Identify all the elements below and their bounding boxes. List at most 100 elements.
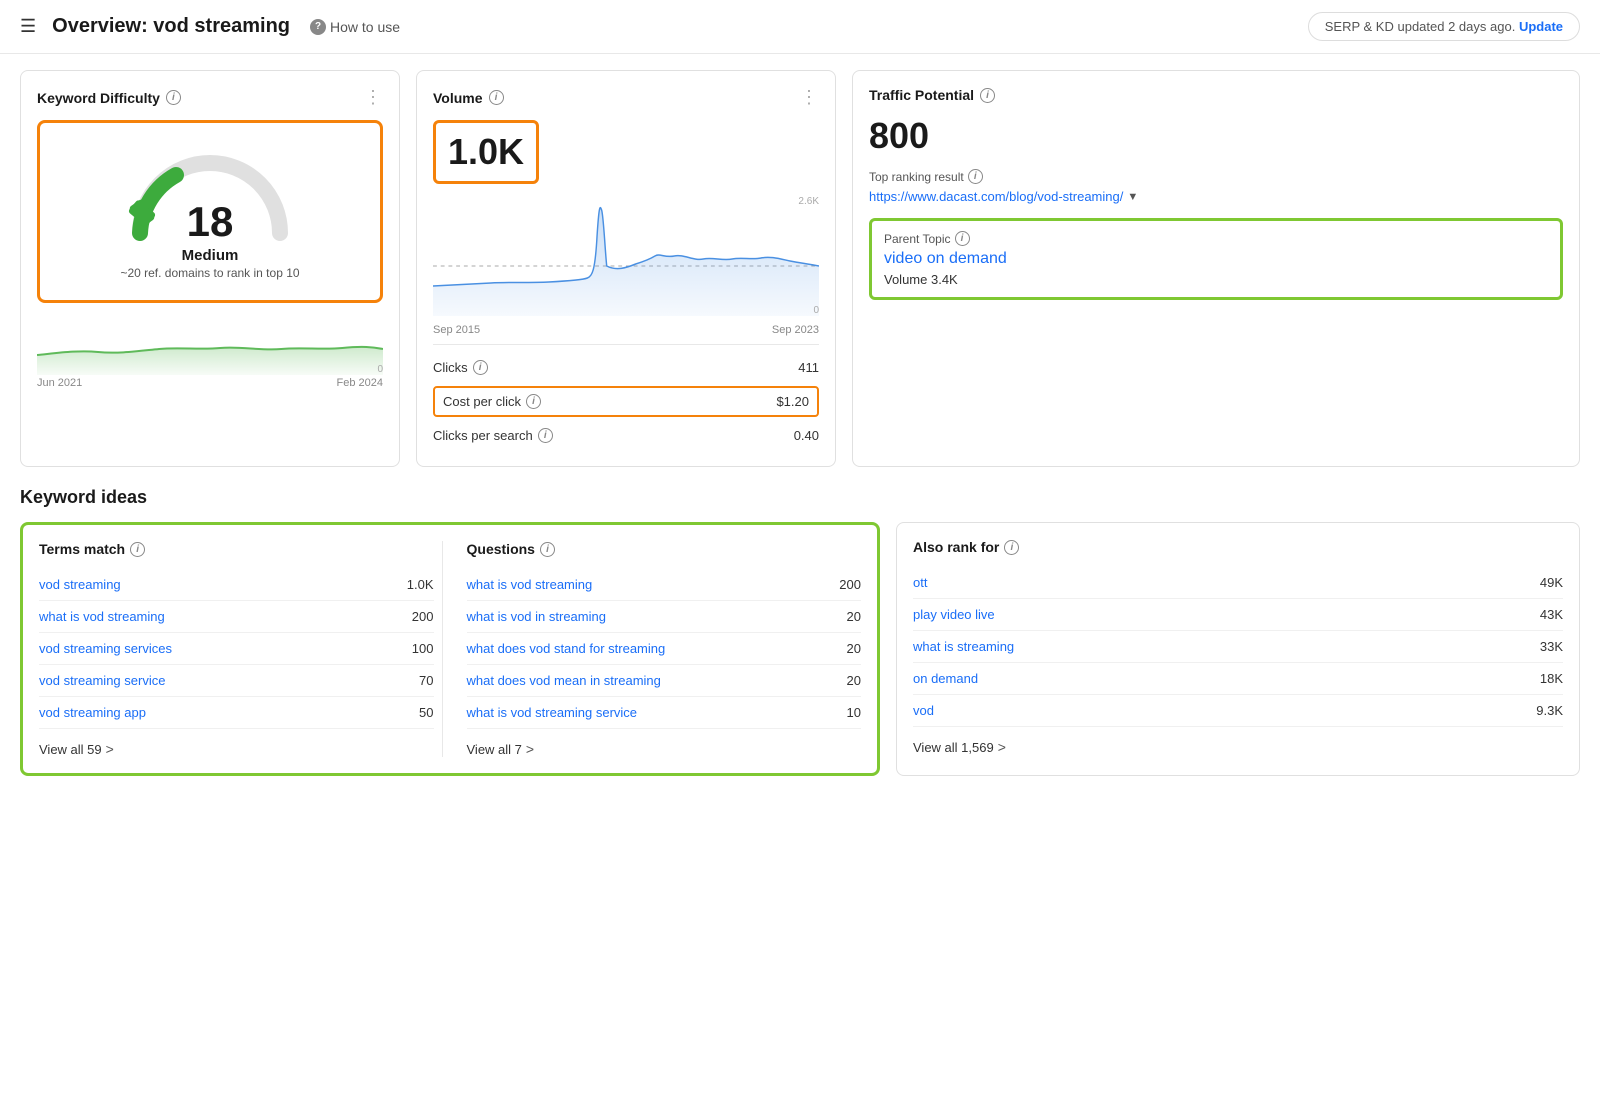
kw-link[interactable]: on demand — [913, 671, 978, 686]
volume-menu-dots[interactable]: ⋮ — [800, 87, 819, 108]
list-item: vod streaming 1.0K — [39, 569, 434, 601]
kd-sublabel: ~20 ref. domains to rank in top 10 — [120, 266, 299, 280]
kw-count: 200 — [394, 609, 434, 624]
kw-count: 10 — [821, 705, 861, 720]
list-item: play video live 43K — [913, 599, 1563, 631]
parent-topic-highlight: Parent Topic i video on demand Volume 3.… — [869, 218, 1563, 300]
kw-link[interactable]: what does vod stand for streaming — [467, 641, 666, 656]
how-to-use-label: How to use — [330, 19, 400, 35]
update-link[interactable]: Update — [1519, 19, 1563, 34]
kw-link[interactable]: what is vod streaming — [39, 609, 165, 624]
kw-link[interactable]: vod streaming app — [39, 705, 146, 720]
volume-card-header: Volume i ⋮ — [433, 87, 819, 108]
cps-info-icon[interactable]: i — [538, 428, 553, 443]
terms-match-info-icon[interactable]: i — [130, 542, 145, 557]
url-dropdown-arrow[interactable]: ▼ — [1127, 190, 1138, 205]
cpc-info-icon[interactable]: i — [526, 394, 541, 409]
serp-notice-text: SERP & KD updated 2 days ago. — [1325, 19, 1516, 34]
kw-link[interactable]: vod streaming — [39, 577, 121, 592]
cpc-label: Cost per click i — [443, 394, 541, 409]
page-title: Overview: vod streaming — [52, 15, 290, 38]
kw-link[interactable]: what is streaming — [913, 639, 1014, 654]
parent-topic-info-icon[interactable]: i — [955, 231, 970, 246]
list-item: what is vod streaming 200 — [39, 601, 434, 633]
terms-view-all-label: View all 59 — [39, 742, 102, 757]
keyword-ideas-title: Keyword ideas — [20, 487, 1580, 508]
questions-column: Questions i what is vod streaming 200 wh… — [442, 541, 862, 757]
traffic-potential-card: Traffic Potential i 800 Top ranking resu… — [852, 70, 1580, 467]
top-ranking-info-icon[interactable]: i — [968, 169, 983, 184]
list-item: what is vod in streaming 20 — [467, 601, 862, 633]
tp-number: 800 — [869, 115, 1563, 157]
terms-view-all[interactable]: View all 59 > — [39, 741, 434, 757]
kw-link[interactable]: vod streaming services — [39, 641, 172, 656]
kw-count: 18K — [1523, 671, 1563, 686]
kw-count: 200 — [821, 577, 861, 592]
kd-info-icon[interactable]: i — [166, 90, 181, 105]
tp-info-icon[interactable]: i — [980, 88, 995, 103]
header: ☰ Overview: vod streaming ? How to use S… — [0, 0, 1600, 54]
kw-link[interactable]: what does vod mean in streaming — [467, 673, 661, 688]
kw-count: 50 — [394, 705, 434, 720]
volume-chart-svg — [433, 196, 819, 316]
kw-link[interactable]: what is vod streaming — [467, 577, 593, 592]
list-item: vod streaming service 70 — [39, 665, 434, 697]
list-item: what is vod streaming 200 — [467, 569, 862, 601]
cps-label: Clicks per search i — [433, 428, 553, 443]
questions-view-all[interactable]: View all 7 > — [467, 741, 862, 757]
kw-count: 20 — [821, 641, 861, 656]
hamburger-icon[interactable]: ☰ — [20, 16, 36, 37]
questions-view-all-label: View all 7 — [467, 742, 522, 757]
kw-count: 33K — [1523, 639, 1563, 654]
volume-chart-area: 2.6K 0 — [433, 196, 819, 316]
questions-info-icon[interactable]: i — [540, 542, 555, 557]
parent-topic-link[interactable]: video on demand — [884, 250, 1548, 268]
volume-divider — [433, 344, 819, 345]
volume-info-icon[interactable]: i — [489, 90, 504, 105]
how-to-use-button[interactable]: ? How to use — [310, 19, 400, 35]
terms-view-all-chevron: > — [106, 741, 114, 757]
volume-card-title: Volume i — [433, 90, 504, 106]
kw-count: 49K — [1523, 575, 1563, 590]
gauge-wrapper: 18 — [120, 143, 300, 243]
kw-count: 43K — [1523, 607, 1563, 622]
kd-card-title: Keyword Difficulty i — [37, 90, 181, 106]
kw-link[interactable]: play video live — [913, 607, 995, 622]
cpc-row: Cost per click i $1.20 — [433, 386, 819, 417]
kd-trend-area: 0 — [37, 315, 383, 375]
cpc-value: $1.20 — [776, 394, 809, 409]
tp-card-title: Traffic Potential i — [869, 87, 995, 103]
top-cards-row: Keyword Difficulty i ⋮ — [20, 70, 1580, 467]
kd-difficulty-label: Medium — [182, 247, 239, 264]
chart-bottom-label: 0 — [813, 305, 819, 316]
volume-highlight: 1.0K — [433, 120, 539, 184]
questions-title: Questions i — [467, 541, 862, 557]
kw-link[interactable]: ott — [913, 575, 927, 590]
kw-link[interactable]: what is vod streaming service — [467, 705, 638, 720]
kd-menu-dots[interactable]: ⋮ — [364, 87, 383, 108]
cps-value: 0.40 — [794, 428, 819, 443]
kw-link[interactable]: what is vod in streaming — [467, 609, 606, 624]
kd-trend-dates: Jun 2021 Feb 2024 — [37, 377, 383, 389]
kw-count: 20 — [821, 673, 861, 688]
chart-top-label: 2.6K — [798, 196, 819, 207]
terms-match-column: Terms match i vod streaming 1.0K what is… — [39, 541, 434, 757]
kw-link[interactable]: vod streaming service — [39, 673, 165, 688]
kd-trend-zero: 0 — [377, 364, 383, 375]
keyword-ideas-green-box: Terms match i vod streaming 1.0K what is… — [20, 522, 880, 776]
also-rank-info-icon[interactable]: i — [1004, 540, 1019, 555]
also-rank-view-all-label: View all 1,569 — [913, 740, 994, 755]
kw-link[interactable]: vod — [913, 703, 934, 718]
list-item: ott 49K — [913, 567, 1563, 599]
also-rank-view-all[interactable]: View all 1,569 > — [913, 739, 1563, 755]
kw-count: 9.3K — [1523, 703, 1563, 718]
list-item: on demand 18K — [913, 663, 1563, 695]
ranking-url[interactable]: https://www.dacast.com/blog/vod-streamin… — [869, 188, 1563, 206]
chart-date-labels: Sep 2015 Sep 2023 — [433, 324, 819, 336]
list-item: what does vod stand for streaming 20 — [467, 633, 862, 665]
tp-card-header: Traffic Potential i — [869, 87, 1563, 103]
keyword-ideas-grid: Terms match i vod streaming 1.0K what is… — [20, 522, 1580, 776]
questions-view-all-chevron: > — [526, 741, 534, 757]
volume-card: Volume i ⋮ 1.0K 2.6K — [416, 70, 836, 467]
clicks-info-icon[interactable]: i — [473, 360, 488, 375]
